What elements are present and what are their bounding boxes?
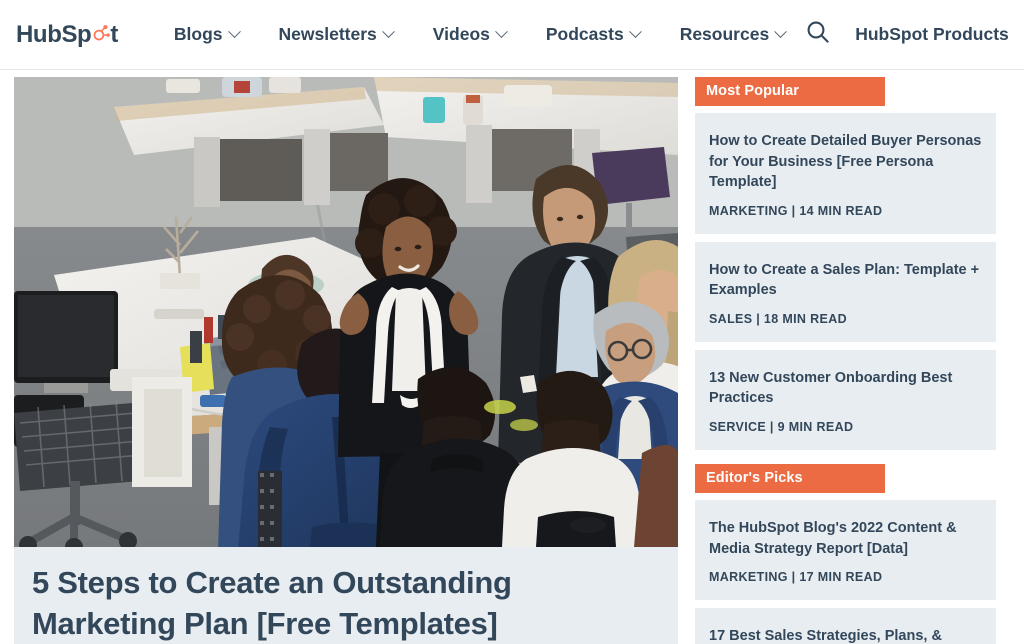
chevron-down-icon xyxy=(227,25,241,39)
search-button[interactable] xyxy=(805,0,831,69)
page-body: 5 Steps to Create an Outstanding Marketi… xyxy=(0,70,1024,644)
post-meta: SALES | 18 MIN READ xyxy=(709,311,847,326)
hubspot-logo[interactable]: HubSp t xyxy=(16,20,118,48)
list-item[interactable]: 17 Best Sales Strategies, Plans, & Initi… xyxy=(695,608,996,644)
sidebar: Most Popular How to Create Detailed Buye… xyxy=(678,70,1024,644)
post-meta: SERVICE | 9 MIN READ xyxy=(709,420,854,435)
primary-navigation: Blogs Newsletters Videos Podcasts Resour… xyxy=(154,0,805,69)
search-icon xyxy=(805,19,831,50)
office-meeting-photo xyxy=(14,77,678,547)
nav-item-newsletters[interactable]: Newsletters xyxy=(259,0,413,69)
section-header-editors-picks: Editor's Picks xyxy=(695,464,885,494)
chevron-down-icon xyxy=(628,25,642,39)
section-header-most-popular: Most Popular xyxy=(695,77,885,106)
logo-text-after: t xyxy=(110,20,118,48)
featured-post-title[interactable]: 5 Steps to Create an Outstanding Marketi… xyxy=(14,547,678,644)
nav-item-label: Newsletters xyxy=(278,24,377,44)
nav-item-label: Videos xyxy=(432,24,490,44)
nav-item-blogs[interactable]: Blogs xyxy=(154,0,259,69)
logo-text-before: HubSp xyxy=(16,20,92,48)
nav-item-label: Podcasts xyxy=(545,24,624,44)
post-meta: MARKETING | 17 MIN READ xyxy=(709,570,883,585)
nav-item-podcasts[interactable]: Podcasts xyxy=(526,0,660,69)
post-title: How to Create Detailed Buyer Personas fo… xyxy=(709,133,982,191)
post-title: 13 New Customer Onboarding Best Practice… xyxy=(709,369,953,407)
list-item[interactable]: 13 New Customer Onboarding Best Practice… xyxy=(695,349,996,451)
post-title: How to Create a Sales Plan: Template + E… xyxy=(709,261,980,299)
chevron-down-icon xyxy=(381,25,395,39)
nav-item-resources[interactable]: Resources xyxy=(660,0,806,69)
nav-item-label: Resources xyxy=(679,24,770,44)
chevron-down-icon xyxy=(774,25,788,39)
nav-item-label: Blogs xyxy=(173,24,223,44)
logo-wordmark: HubSp t xyxy=(16,20,118,48)
post-title: The HubSpot Blog's 2022 Content & Media … xyxy=(709,520,957,557)
post-meta: MARKETING | 14 MIN READ xyxy=(709,203,883,218)
featured-post-image[interactable] xyxy=(14,77,678,547)
chevron-down-icon xyxy=(495,25,508,39)
hubspot-products-menu[interactable]: HubSpot Products xyxy=(831,0,1024,69)
nav-item-videos[interactable]: Videos xyxy=(413,0,526,69)
hubspot-products-label: HubSpot Products xyxy=(855,24,1009,44)
post-title: 17 Best Sales Strategies, Plans, & Initi… xyxy=(709,628,942,644)
list-item[interactable]: The HubSpot Blog's 2022 Content & Media … xyxy=(695,500,996,601)
featured-post-card[interactable]: 5 Steps to Create an Outstanding Marketi… xyxy=(14,77,678,644)
featured-post-column: 5 Steps to Create an Outstanding Marketi… xyxy=(0,70,678,644)
list-item[interactable]: How to Create Detailed Buyer Personas fo… xyxy=(695,113,996,234)
hubspot-sprocket-icon xyxy=(91,24,111,43)
list-item[interactable]: How to Create a Sales Plan: Template + E… xyxy=(695,241,996,342)
site-header: HubSp t Blogs Newsletters Videos Podcast… xyxy=(0,0,1024,70)
